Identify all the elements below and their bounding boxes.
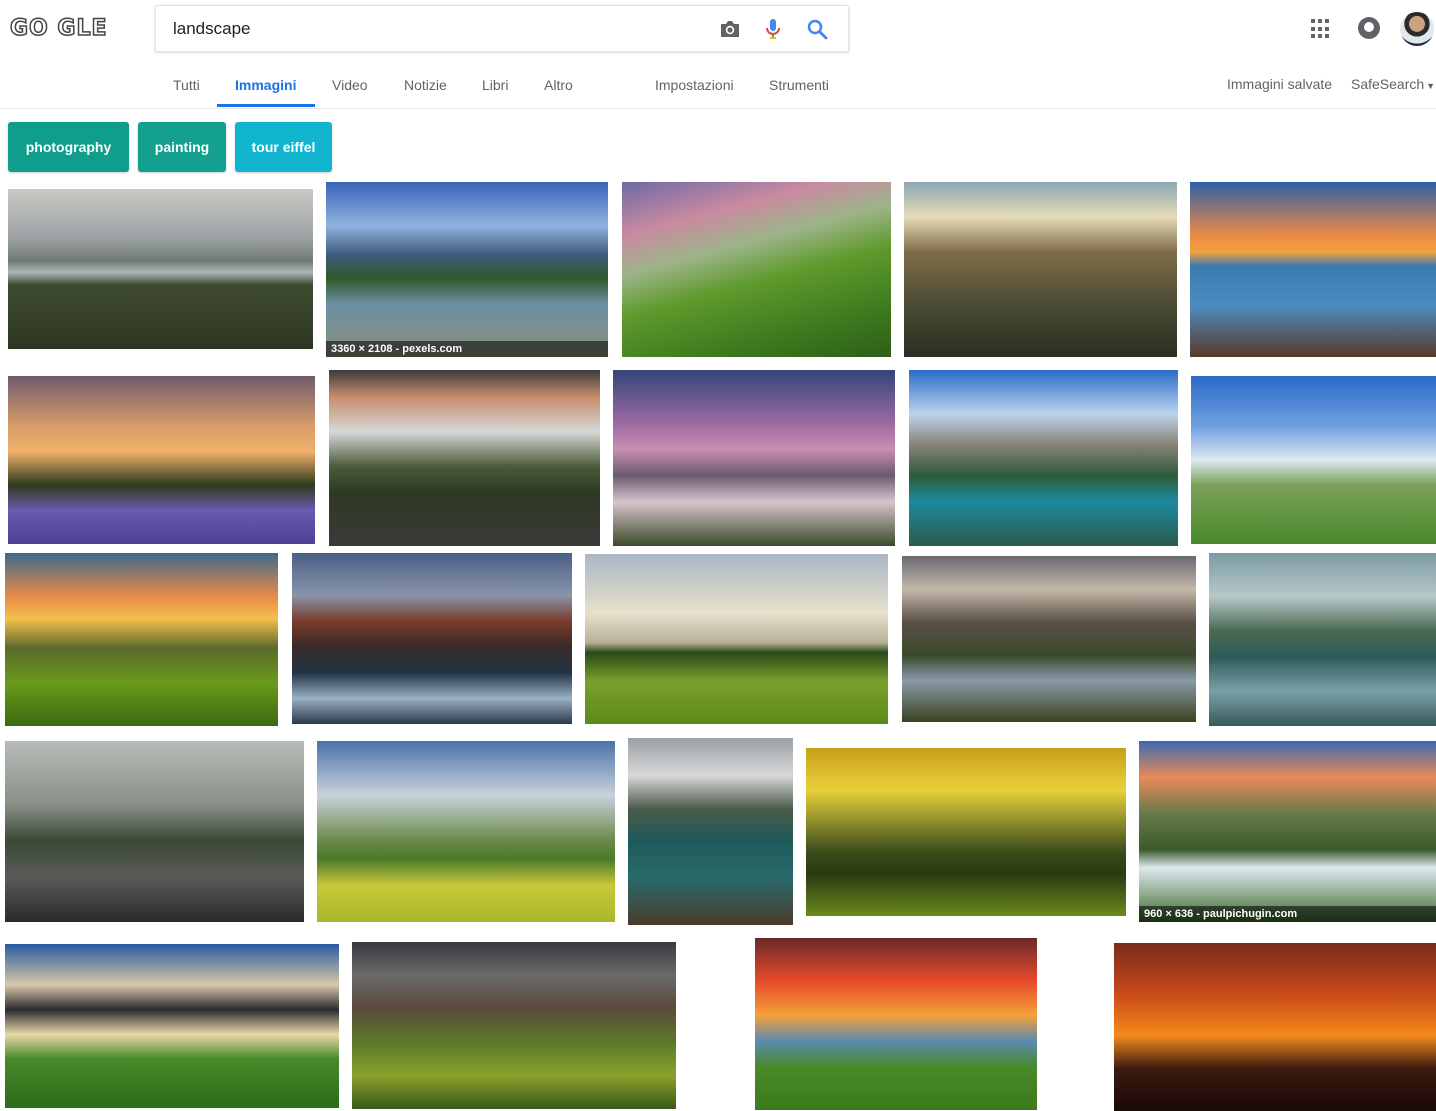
image-result[interactable] (902, 556, 1196, 722)
image-result[interactable]: 3360 × 2108 - pexels.com (326, 182, 608, 357)
image-result[interactable] (1190, 182, 1436, 357)
chip-painting[interactable]: painting (138, 122, 226, 172)
image-result[interactable] (292, 553, 572, 724)
safesearch-menu[interactable]: SafeSearch ▼ (1351, 76, 1435, 92)
active-tab-indicator (217, 104, 315, 107)
tab-video[interactable]: Video (332, 77, 368, 93)
tab-tutti[interactable]: Tutti (173, 77, 200, 93)
image-caption: 960 × 636 - paulpichugin.com (1139, 906, 1436, 922)
search-icon[interactable] (804, 16, 830, 42)
settings-link[interactable]: Impostazioni (655, 77, 734, 93)
tab-altro[interactable]: Altro (544, 77, 573, 93)
search-input[interactable] (173, 18, 693, 40)
image-result[interactable] (622, 182, 891, 357)
tab-libri[interactable]: Libri (482, 77, 508, 93)
tools-link[interactable]: Strumenti (769, 77, 829, 93)
image-result[interactable] (1114, 943, 1436, 1111)
image-result[interactable] (8, 189, 313, 349)
image-result[interactable] (5, 741, 304, 922)
image-result[interactable] (755, 938, 1037, 1110)
image-caption: 3360 × 2108 - pexels.com (326, 341, 608, 357)
image-result[interactable] (5, 944, 339, 1108)
image-result[interactable] (628, 738, 793, 925)
image-result[interactable] (8, 376, 315, 544)
chip-photography[interactable]: photography (8, 122, 129, 172)
image-result[interactable] (1191, 376, 1436, 544)
tab-notizie[interactable]: Notizie (404, 77, 447, 93)
image-result[interactable] (317, 741, 615, 922)
avatar[interactable] (1400, 12, 1434, 46)
saved-images-link[interactable]: Immagini salvate (1227, 76, 1332, 92)
nav-divider (0, 108, 1436, 109)
microphone-icon[interactable] (760, 16, 786, 42)
notifications-icon[interactable] (1358, 17, 1380, 39)
camera-icon[interactable] (717, 16, 743, 42)
image-result[interactable] (329, 370, 600, 546)
image-result[interactable] (806, 748, 1126, 916)
tab-immagini[interactable]: Immagini (235, 77, 296, 93)
image-result[interactable] (5, 553, 278, 726)
image-result[interactable] (613, 370, 895, 546)
chip-tour-eiffel[interactable]: tour eiffel (235, 122, 332, 172)
google-logo[interactable]: GO GLE (9, 14, 134, 42)
image-result[interactable] (909, 370, 1178, 546)
image-result[interactable]: 960 × 636 - paulpichugin.com (1139, 741, 1436, 922)
search-box[interactable] (155, 5, 849, 52)
image-result[interactable] (585, 554, 888, 724)
apps-icon[interactable] (1311, 19, 1331, 39)
image-result[interactable] (1209, 553, 1436, 726)
caret-down-icon: ▼ (1426, 81, 1436, 91)
image-result[interactable] (904, 182, 1177, 357)
image-result[interactable] (352, 942, 676, 1109)
